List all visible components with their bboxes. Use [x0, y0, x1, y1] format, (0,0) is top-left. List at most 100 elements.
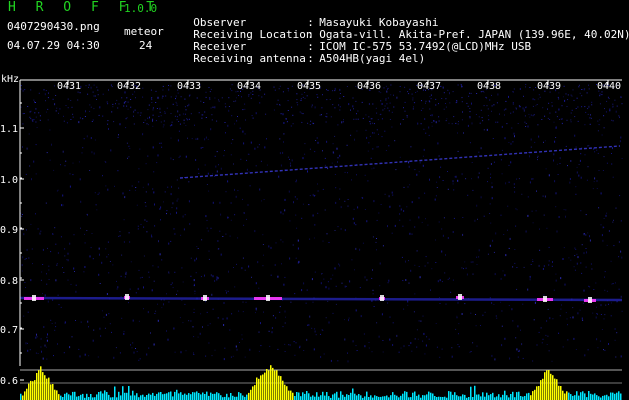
- level-bar: [548, 370, 550, 400]
- level-bar: [614, 393, 616, 400]
- level-bar: [594, 393, 596, 400]
- level-bar: [462, 394, 464, 400]
- x-tick-label: 0436: [357, 81, 381, 92]
- y-tick-label: 0.7: [0, 325, 18, 336]
- level-bar: [578, 395, 580, 400]
- level-bar: [150, 394, 152, 400]
- level-bar: [284, 384, 286, 400]
- level-bar: [348, 395, 350, 400]
- level-bar: [202, 392, 204, 400]
- level-bar: [218, 393, 220, 400]
- level-bar: [70, 395, 72, 400]
- meteor-echo-core: [543, 296, 547, 302]
- level-bar: [374, 395, 376, 400]
- level-bar: [54, 389, 56, 400]
- level-bar: [544, 372, 546, 400]
- level-bar: [122, 386, 124, 400]
- level-bar: [582, 391, 584, 400]
- level-bar: [328, 396, 330, 400]
- level-bar: [422, 395, 424, 400]
- level-bar: [168, 392, 170, 400]
- level-bar: [342, 394, 344, 400]
- level-bar: [248, 392, 250, 400]
- x-tick-label: 0438: [477, 81, 501, 92]
- level-bar: [596, 395, 598, 400]
- level-bar: [78, 396, 80, 400]
- level-bar: [552, 375, 554, 400]
- level-bar: [136, 393, 138, 400]
- level-bar: [576, 391, 578, 400]
- level-bar: [156, 393, 158, 400]
- level-bar: [240, 393, 242, 400]
- level-bar: [518, 391, 520, 400]
- level-bar: [590, 393, 592, 400]
- y-tick-label: 1.0: [0, 175, 18, 186]
- level-bar: [426, 394, 428, 400]
- level-bar: [416, 395, 418, 400]
- meteor-echo-core: [588, 297, 592, 303]
- x-tick-label: 0440: [597, 81, 621, 92]
- level-bar: [460, 396, 462, 400]
- level-bar: [46, 378, 48, 400]
- level-bar: [250, 389, 252, 400]
- level-bar: [412, 392, 414, 400]
- level-bar: [394, 394, 396, 400]
- level-bar: [496, 396, 498, 400]
- level-bar: [386, 395, 388, 400]
- level-bar: [170, 391, 172, 400]
- level-bar: [82, 393, 84, 400]
- level-bar: [114, 386, 116, 400]
- level-bar: [392, 392, 394, 400]
- level-bar: [432, 393, 434, 400]
- level-bar: [264, 372, 266, 400]
- level-bar: [540, 380, 542, 400]
- level-bar: [580, 392, 582, 400]
- level-bar: [530, 395, 532, 400]
- level-bar: [382, 396, 384, 400]
- level-bar: [588, 391, 590, 400]
- level-bar: [322, 391, 324, 400]
- level-bar: [404, 391, 406, 400]
- level-bar: [30, 380, 32, 400]
- level-bar: [180, 392, 182, 400]
- level-bar: [42, 372, 44, 400]
- level-bar: [182, 394, 184, 400]
- level-bar: [502, 394, 504, 400]
- level-bar: [456, 395, 458, 400]
- level-bar: [364, 396, 366, 400]
- level-bar: [268, 370, 270, 400]
- level-bar: [376, 396, 378, 400]
- level-bar: [490, 394, 492, 400]
- level-bar: [616, 392, 618, 400]
- level-bar: [98, 392, 100, 400]
- level-bar: [532, 391, 534, 400]
- level-bar: [220, 395, 222, 400]
- level-bar: [450, 391, 452, 400]
- plot-background: [0, 80, 629, 400]
- level-bar: [272, 367, 274, 400]
- level-bar: [564, 393, 566, 400]
- level-bar: [152, 392, 154, 400]
- level-bar: [608, 396, 610, 400]
- meteor-echo-core: [125, 294, 129, 300]
- x-tick-label: 0434: [237, 81, 261, 92]
- level-bar: [482, 392, 484, 400]
- level-bar: [306, 391, 308, 400]
- level-bar: [526, 393, 528, 400]
- level-bar: [478, 394, 480, 400]
- level-bar: [292, 392, 294, 400]
- level-bar: [528, 392, 530, 400]
- level-bar: [358, 394, 360, 400]
- y-axis-unit: kHz: [1, 74, 19, 85]
- level-bar: [190, 394, 192, 400]
- level-bar: [106, 392, 108, 400]
- level-bar: [428, 391, 430, 400]
- x-tick-label: 0435: [297, 81, 321, 92]
- level-bar: [158, 392, 160, 400]
- level-bar: [258, 378, 260, 400]
- level-bar: [132, 390, 134, 400]
- level-bar: [66, 392, 68, 400]
- level-bar: [238, 392, 240, 400]
- level-bar: [506, 395, 508, 400]
- level-bar: [340, 391, 342, 400]
